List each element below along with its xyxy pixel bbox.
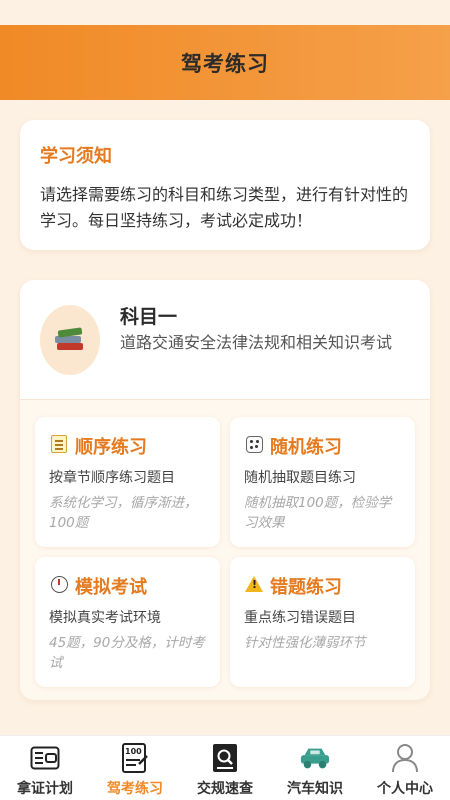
tile-subtitle: 按章节顺序练习题目 — [49, 470, 175, 486]
tab-profile[interactable]: 个人中心 — [360, 736, 450, 800]
tab-exam-practice[interactable]: 100 驾考练习 — [90, 736, 180, 800]
tile-note: 45题，90分及格，计时考试 — [49, 635, 205, 671]
tile-note: 系统化学习，循序渐进，100题 — [49, 495, 198, 531]
tab-label: 个人中心 — [377, 781, 433, 797]
tile-note: 随机抽取100题，检验学习效果 — [244, 495, 392, 531]
tile-subtitle: 重点练习错误题目 — [244, 610, 356, 626]
warning-icon — [244, 576, 264, 596]
tab-license-plan[interactable]: 拿证计划 — [0, 736, 90, 800]
tab-label: 驾考练习 — [107, 781, 163, 797]
page-title: 驾考练习 — [181, 51, 269, 76]
mock-exam-card[interactable]: 模拟考试 模拟真实考试环境 45题，90分及格，计时考试 — [35, 557, 220, 687]
tab-label: 汽车知识 — [287, 781, 343, 797]
notice-text: 请选择需要练习的科目和练习类型，进行有针对性的学习。每日坚持练习，考试必定成功！ — [40, 185, 409, 230]
wrong-questions-card[interactable]: 错题练习 重点练习错误题目 针对性强化薄弱环节 — [230, 557, 415, 687]
license-card-icon — [29, 742, 61, 774]
tile-note: 针对性强化薄弱环节 — [244, 635, 366, 651]
subject-card: 科目一 道路交通安全法律法规和相关知识考试 顺序练习 按章节顺序练习题目 系统化… — [20, 280, 430, 700]
tab-car-knowledge[interactable]: 汽车知识 — [270, 736, 360, 800]
stopwatch-icon — [49, 575, 69, 597]
notice-card: 学习须知 请选择需要练习的科目和练习类型，进行有针对性的学习。每日坚持练习，考试… — [20, 120, 430, 250]
subject-description: 道路交通安全法律法规和相关知识考试 — [120, 333, 393, 352]
tab-traffic-rules[interactable]: 交规速查 — [180, 736, 270, 800]
tile-title: 模拟考试 — [75, 577, 147, 598]
tab-label: 拿证计划 — [17, 781, 73, 797]
tile-title: 错题练习 — [270, 577, 342, 598]
subject-name: 科目一 — [120, 306, 178, 328]
user-icon — [389, 742, 421, 774]
random-practice-card[interactable]: 随机练习 随机抽取题目练习 随机抽取100题，检验学习效果 — [230, 417, 415, 547]
tile-title: 随机练习 — [270, 437, 342, 458]
svg-text:100: 100 — [125, 747, 142, 756]
books-icon — [40, 305, 100, 375]
tab-label: 交规速查 — [197, 781, 253, 797]
car-icon — [299, 742, 331, 774]
tile-subtitle: 随机抽取题目练习 — [244, 470, 356, 486]
status-bar — [0, 0, 450, 25]
memo-icon — [49, 435, 69, 457]
search-book-icon — [209, 742, 241, 774]
tile-subtitle: 模拟真实考试环境 — [49, 610, 161, 626]
bottom-tab-bar: 拿证计划 100 驾考练习 交规速查 汽车知识 个人中心 — [0, 735, 450, 800]
notice-title: 学习须知 — [40, 146, 112, 167]
app-header: 驾考练习 — [0, 25, 450, 100]
tile-title: 顺序练习 — [75, 437, 147, 458]
exam-paper-icon: 100 — [119, 742, 151, 774]
subject-header: 科目一 道路交通安全法律法规和相关知识考试 — [20, 280, 430, 400]
dice-icon — [244, 435, 264, 457]
sequential-practice-card[interactable]: 顺序练习 按章节顺序练习题目 系统化学习，循序渐进，100题 — [35, 417, 220, 547]
